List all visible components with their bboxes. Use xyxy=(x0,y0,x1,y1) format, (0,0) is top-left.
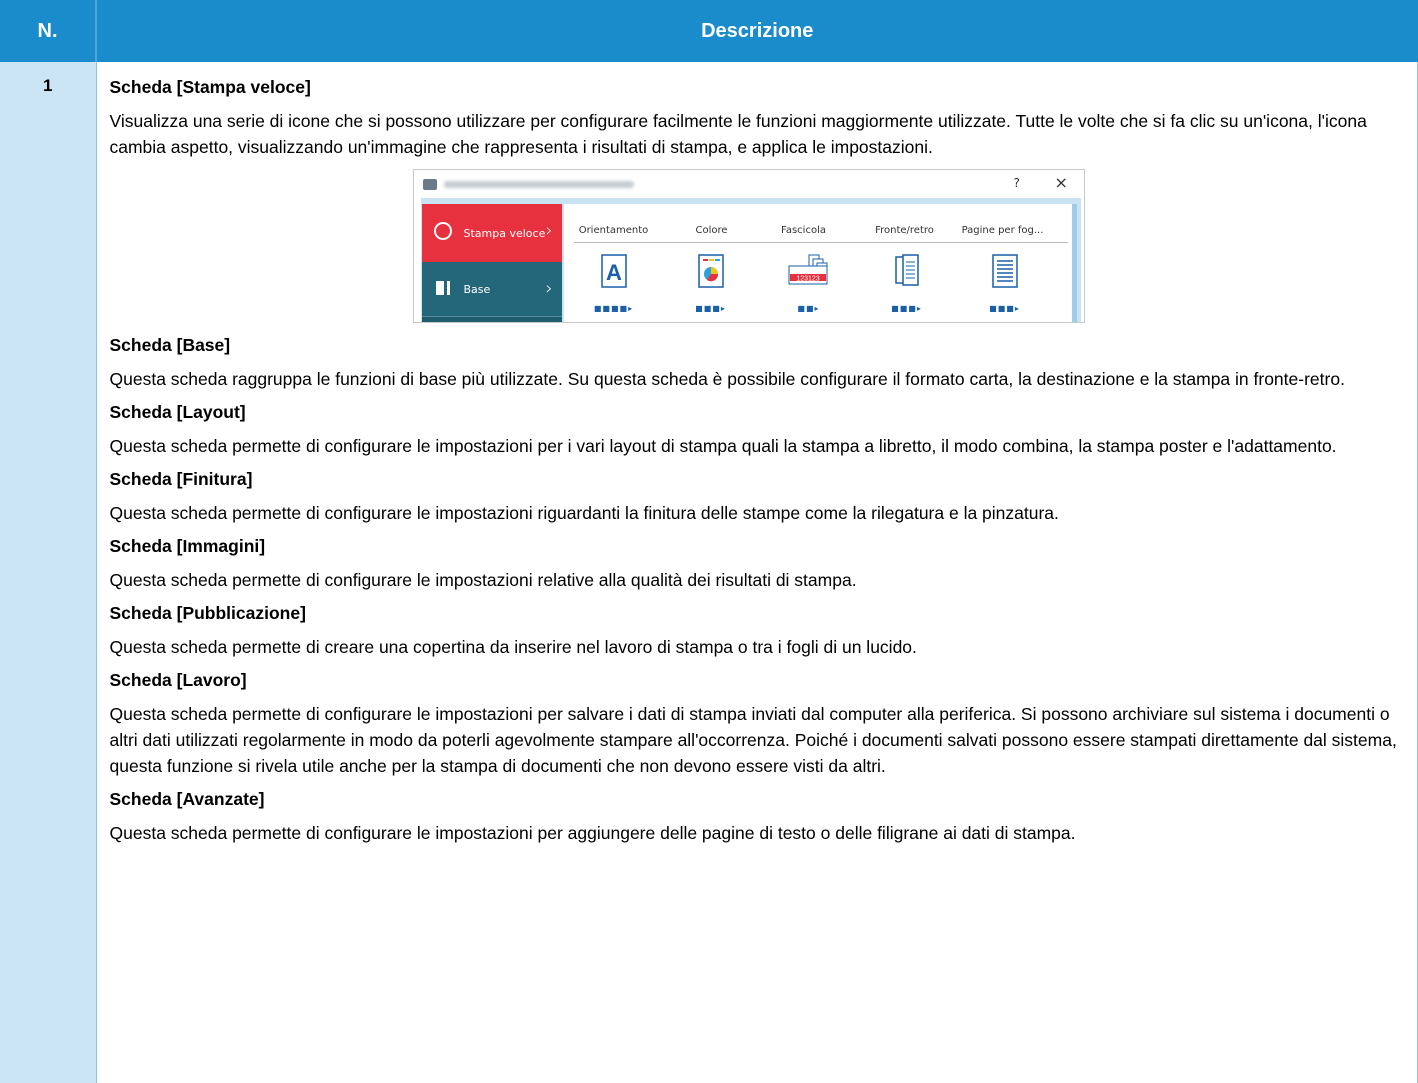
tab-base: Base › xyxy=(421,262,562,316)
tab-stampa-veloce: Stampa veloce › xyxy=(421,204,562,262)
tab-next xyxy=(421,316,562,322)
section-body: Questa scheda permette di configurare le… xyxy=(109,503,1059,523)
option-dots-icon: ■■■▸ xyxy=(891,304,922,313)
orientation-icon: A xyxy=(600,254,627,288)
section-base: Scheda [Base] Questa scheda raggruppa le… xyxy=(110,334,1408,392)
section-body: Questa scheda permette di creare una cop… xyxy=(109,637,917,657)
description-table: N. Descrizione 1 Scheda [Stampa veloce] … xyxy=(0,0,1418,1083)
close-icon: × xyxy=(1054,173,1068,192)
column-orientamento: Orientamento xyxy=(578,225,649,236)
scrollbar xyxy=(1071,204,1077,322)
header-description: Descrizione xyxy=(95,0,1418,62)
section-title: Scheda [Avanzate] xyxy=(109,789,265,809)
collate-icon: 123123 xyxy=(788,254,827,285)
section-body: Questa scheda permette di configurare le… xyxy=(109,823,1076,843)
section-body: Questa scheda raggruppa le funzioni di b… xyxy=(109,369,1345,389)
section-lavoro: Scheda [Lavoro] Questa scheda permette d… xyxy=(110,669,1408,779)
section-body: Visualizza una serie di icone che si pos… xyxy=(109,111,1367,157)
section-title: Scheda [Finitura] xyxy=(109,469,253,489)
table-row: 1 Scheda [Stampa veloce] Visualizza una … xyxy=(0,62,1418,1083)
tab-label: Stampa veloce xyxy=(463,227,546,240)
row-number: 1 xyxy=(0,62,97,1083)
section-body: Questa scheda permette di configurare le… xyxy=(109,570,857,590)
book-icon xyxy=(435,281,447,295)
pages-per-sheet-icon xyxy=(991,254,1018,288)
section-immagini: Scheda [Immagini] Questa scheda permette… xyxy=(110,535,1408,593)
section-body: Questa scheda permette di configurare le… xyxy=(109,436,1337,456)
section-avanzate: Scheda [Avanzate] Questa scheda permette… xyxy=(110,788,1408,846)
section-title: Scheda [Base] xyxy=(109,335,231,355)
orientation-letter: A xyxy=(606,260,622,285)
option-dots-icon: ■■■▸ xyxy=(989,304,1020,313)
dialog-titlebar: ? × xyxy=(414,170,1084,198)
help-icon: ? xyxy=(1013,176,1020,190)
section-stampa-veloce: Scheda [Stampa veloce] Visualizza una se… xyxy=(110,76,1408,160)
column-fascicola: Fascicola xyxy=(781,225,826,236)
divider xyxy=(573,242,1068,243)
tab-label: Base xyxy=(463,283,491,296)
printer-icon xyxy=(422,179,437,190)
chevron-right-icon: › xyxy=(545,278,553,299)
collate-label: 123123 xyxy=(796,276,819,283)
option-dots-icon: ■■▸ xyxy=(797,304,820,313)
column-fronte-retro: Fronte/retro xyxy=(875,225,934,236)
section-layout: Scheda [Layout] Questa scheda permette d… xyxy=(110,401,1408,459)
stopwatch-icon xyxy=(433,222,452,240)
section-body: Questa scheda permette di configurare le… xyxy=(109,704,1397,776)
section-finitura: Scheda [Finitura] Questa scheda permette… xyxy=(110,468,1408,526)
duplex-icon xyxy=(894,254,919,286)
section-title: Scheda [Pubblicazione] xyxy=(109,603,306,623)
quick-print-panel: Orientamento Colore Fascicola Fronte/ret… xyxy=(563,204,1072,322)
row-description: Scheda [Stampa veloce] Visualizza una se… xyxy=(96,62,1418,1083)
printer-properties-dialog-screenshot: ? × Stampa veloce › Base › Orientamento … xyxy=(412,169,1085,323)
blurred-title xyxy=(443,181,634,188)
color-icon xyxy=(697,254,724,288)
column-pagine-per-foglio: Pagine per fog... xyxy=(961,225,1044,236)
column-colore: Colore xyxy=(695,225,728,236)
chevron-right-icon: › xyxy=(545,220,553,241)
section-title: Scheda [Stampa veloce] xyxy=(109,77,311,97)
option-dots-icon: ■■■■▸ xyxy=(593,304,634,313)
section-pubblicazione: Scheda [Pubblicazione] Questa scheda per… xyxy=(110,602,1408,660)
table-header-row: N. Descrizione xyxy=(0,0,1418,62)
header-number: N. xyxy=(0,0,96,62)
section-title: Scheda [Lavoro] xyxy=(109,670,247,690)
section-title: Scheda [Immagini] xyxy=(109,536,266,556)
section-title: Scheda [Layout] xyxy=(109,402,246,422)
option-dots-icon: ■■■▸ xyxy=(695,304,726,313)
